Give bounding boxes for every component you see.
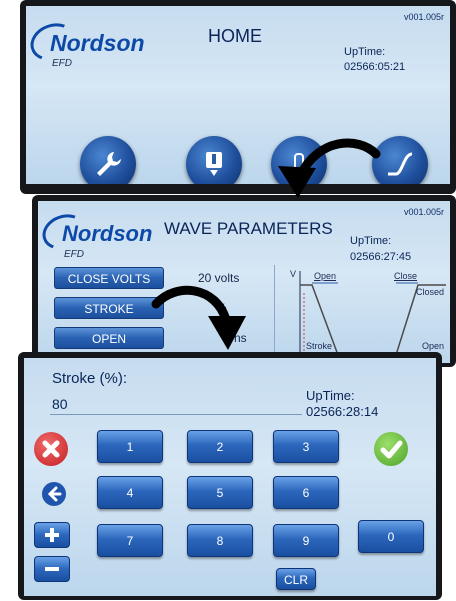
key-2[interactable]: 2 bbox=[187, 430, 253, 463]
close-volts-button[interactable]: CLOSE VOLTS bbox=[54, 267, 164, 289]
arrow-left-icon bbox=[47, 486, 62, 502]
diagram-stroke-label: Stroke bbox=[306, 341, 333, 351]
uptime-value: 02566:05:21 bbox=[344, 61, 406, 73]
stroke-keypad-screen: Stroke (%): 80 UpTime: 02566:28:14 1 2 3… bbox=[18, 352, 442, 600]
uptime-label: UpTime: bbox=[306, 388, 355, 403]
key-8[interactable]: 8 bbox=[187, 524, 253, 557]
value-field-text: 80 bbox=[52, 396, 68, 412]
cartridge-icon bbox=[206, 152, 222, 176]
cartridge-button[interactable] bbox=[186, 136, 242, 184]
waveform-icon bbox=[388, 152, 413, 176]
keypad-display: Stroke (%): 80 UpTime: 02566:28:14 1 2 3… bbox=[24, 358, 436, 596]
curved-arrow-icon bbox=[151, 285, 246, 350]
key-3[interactable]: 3 bbox=[273, 430, 339, 463]
uptime-value: 02566:27:45 bbox=[350, 251, 412, 263]
efd-label: EFD bbox=[52, 58, 72, 69]
uptime-label: UpTime: bbox=[350, 235, 392, 247]
increment-button[interactable] bbox=[34, 522, 70, 548]
decrement-button[interactable] bbox=[34, 556, 70, 582]
home-screen: v001.005r Nordson EFD HOME UpTime: 02566… bbox=[20, 0, 456, 194]
key-9[interactable]: 9 bbox=[273, 524, 339, 557]
uptime-value: 02566:28:14 bbox=[306, 404, 379, 419]
cancel-button[interactable] bbox=[34, 432, 68, 466]
field-label: Stroke (%): bbox=[52, 370, 128, 387]
diagram-v-label: V bbox=[290, 269, 297, 279]
page-title: WAVE PARAMETERS bbox=[164, 219, 333, 238]
diagram-close-label: Close bbox=[394, 271, 418, 281]
efd-label: EFD bbox=[64, 249, 84, 260]
clear-button[interactable]: CLR bbox=[276, 568, 316, 590]
key-4[interactable]: 4 bbox=[97, 476, 163, 509]
check-icon bbox=[380, 440, 403, 459]
nordson-logo: Nordson bbox=[38, 208, 152, 256]
back-button[interactable] bbox=[42, 482, 66, 506]
plus-icon bbox=[45, 528, 59, 542]
key-0[interactable]: 0 bbox=[358, 520, 424, 553]
wrench-icon bbox=[97, 152, 121, 176]
key-5[interactable]: 5 bbox=[187, 476, 253, 509]
curved-arrow-icon bbox=[278, 138, 381, 198]
value-field[interactable]: 80 bbox=[50, 394, 302, 415]
version-label: v001.005r bbox=[403, 207, 444, 217]
diagram-open-bottom-label: Open bbox=[422, 341, 445, 351]
version-label: v001.005r bbox=[403, 12, 444, 22]
page-title: HOME bbox=[208, 26, 262, 46]
diagram-closed-label: Closed bbox=[416, 287, 445, 297]
open-button[interactable]: OPEN bbox=[54, 327, 164, 349]
diagram-open-label: Open bbox=[314, 271, 337, 281]
key-1[interactable]: 1 bbox=[97, 430, 163, 463]
divider bbox=[274, 265, 275, 361]
close-icon bbox=[42, 440, 60, 458]
settings-button[interactable] bbox=[80, 136, 136, 184]
minus-icon bbox=[45, 567, 59, 571]
nordson-logo: Nordson bbox=[26, 17, 145, 67]
confirm-button[interactable] bbox=[374, 432, 408, 466]
stroke-button[interactable]: STROKE bbox=[54, 297, 164, 319]
key-7[interactable]: 7 bbox=[97, 524, 163, 557]
uptime-label: UpTime: bbox=[344, 46, 386, 58]
key-6[interactable]: 6 bbox=[273, 476, 339, 509]
